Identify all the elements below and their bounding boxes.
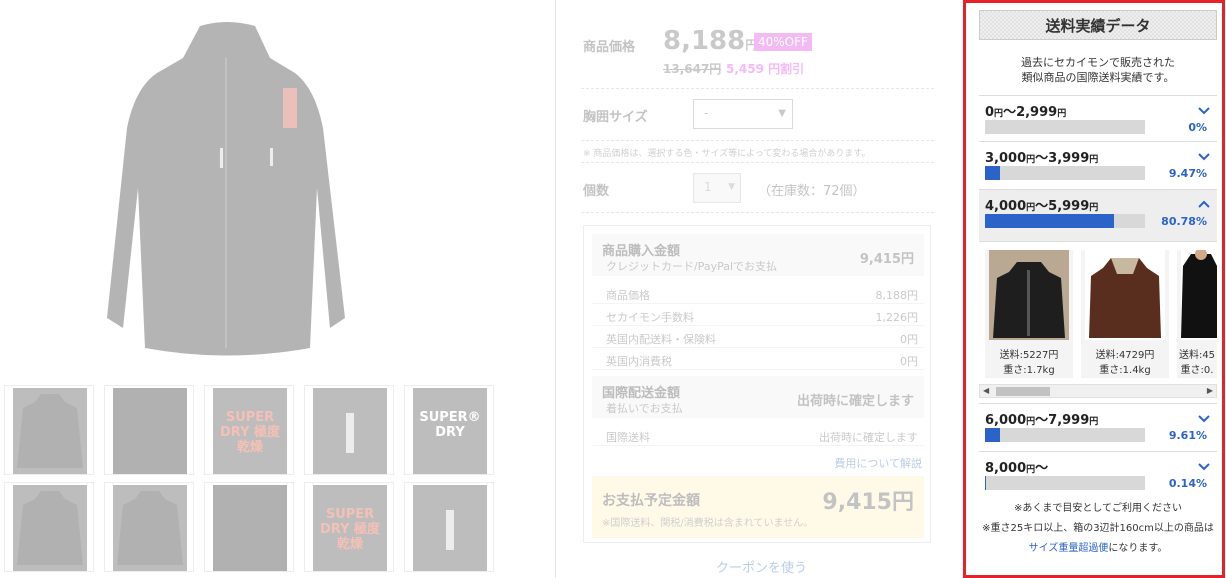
shipping-tier-3[interactable]: 6,000円～7,999円 9.61%	[979, 403, 1217, 449]
example-item-card[interactable]: 送料:4729円 重さ:1.4kg	[1081, 250, 1169, 378]
discount-badge: 40%OFF	[754, 33, 812, 51]
oversize-note: ※重さ25キロ以上、箱の3辺計160cm以上の商品はサイズ重量超過便になります。	[982, 523, 1214, 554]
size-label: 胸囲サイズ	[583, 110, 648, 125]
total-amount: お支払予定金額 9,415円 ※国際送料、関税/消費税は含まれていません。	[592, 476, 924, 538]
chevron-down-icon[interactable]	[1197, 103, 1211, 117]
example-item-card[interactable]: 送料:5227円 重さ:1.7kg	[985, 250, 1073, 378]
breakdown-row: 英国内消費税 0円	[592, 348, 924, 370]
thumbnail[interactable]	[204, 482, 294, 572]
coupon-link[interactable]: クーポンを使う	[716, 557, 807, 576]
gallery-scrollbar[interactable]: ◀ ▶	[979, 384, 1217, 398]
estimate-note: ※あくまで目安としてご利用ください	[1013, 503, 1183, 514]
international-shipping-header: 国際配送金額 着払いでお支払 出荷時に確定します	[592, 376, 924, 418]
thumbnail[interactable]	[104, 482, 194, 572]
thumbnail[interactable]	[104, 385, 194, 475]
cost-explanation-link[interactable]: 費用について解説	[834, 455, 922, 471]
share-percent: 0%	[1188, 121, 1207, 134]
breakdown-row: 英国内配送料・保険料 0円	[592, 326, 924, 348]
chevron-down-icon[interactable]	[1197, 411, 1211, 425]
example-item-image	[1085, 250, 1165, 340]
quantity-select[interactable]: 1 ▼	[693, 173, 741, 203]
quantity-label: 個数	[583, 184, 610, 199]
size-select[interactable]: - ▼	[693, 99, 793, 129]
discount-amount: 5,459 円割引	[726, 62, 805, 76]
share-percent: 9.61%	[1168, 429, 1207, 442]
example-items-gallery: 送料:5227円 重さ:1.7kg 送料:4729円 重さ:1.4kg 送料:4…	[979, 241, 1217, 401]
shipping-tier-1[interactable]: 3,000円～3,999円 9.47%	[979, 141, 1217, 187]
share-bar	[985, 476, 1145, 490]
dropdown-arrow-icon: ▼	[728, 182, 735, 192]
thumbnail[interactable]	[404, 482, 494, 572]
purchase-breakdown: 商品購入金額 クレジットカード/PayPalでお支払 9,415円 商品価格 8,…	[583, 225, 931, 543]
example-item-image	[1181, 250, 1217, 340]
chevron-down-icon[interactable]	[1197, 149, 1211, 163]
shipping-tier-0[interactable]: 0円～2,999円 0%	[979, 95, 1217, 139]
thumbnail[interactable]: SUPER DRY 極度乾燥	[304, 482, 394, 572]
shipping-record-panel: 送料実績データ 過去にセカイモンで販売された 類似商品の国際送料実績です。 0円…	[963, 0, 1225, 578]
example-item-card[interactable]: 送料:45 重さ:0.	[1177, 250, 1217, 378]
breakdown-row: 商品価格 8,188円	[592, 282, 924, 304]
original-price: 13,647円	[663, 62, 722, 76]
scrollbar-thumb[interactable]	[996, 387, 1050, 396]
thumbnail[interactable]: SUPER® DRY	[404, 385, 494, 475]
breakdown-row: 国際送料 出荷時に確定します	[592, 424, 924, 446]
panel-title: 送料実績データ	[979, 10, 1217, 40]
price-note: ※ 商品価格は、選択する色・サイズ等によって変わる場合があります。	[583, 149, 871, 159]
share-bar	[985, 214, 1145, 228]
purchase-column: 商品価格 8,188円 40%OFF 13,647円 5,459 円割引 胸囲サ…	[568, 0, 940, 578]
chevron-down-icon[interactable]	[1197, 459, 1211, 473]
shipping-tier-2[interactable]: 4,000円～5,999円 80.78%	[979, 189, 1217, 241]
column-divider	[555, 0, 556, 578]
thumbnail[interactable]	[4, 385, 94, 475]
purchase-amount-header: 商品購入金額 クレジットカード/PayPalでお支払 9,415円	[592, 234, 924, 276]
price: 8,188円	[663, 26, 758, 56]
chevron-up-icon[interactable]	[1197, 197, 1211, 211]
example-item-image	[989, 250, 1069, 340]
thumbnail[interactable]: SUPER DRY 極度乾燥	[204, 385, 294, 475]
thumbnail[interactable]	[4, 482, 94, 572]
stock-count: （在庫数：72個）	[758, 184, 866, 199]
price-label: 商品価格	[583, 40, 636, 55]
share-bar	[985, 428, 1145, 442]
share-percent: 80.78%	[1161, 215, 1207, 228]
breakdown-row: セカイモン手数料 1,226円	[592, 304, 924, 326]
dropdown-arrow-icon: ▼	[778, 108, 786, 119]
oversize-shipping-link[interactable]: サイズ重量超過便	[1029, 543, 1109, 554]
shipping-tier-4[interactable]: 8,000円～ 0.14%	[979, 451, 1217, 495]
scroll-left-icon[interactable]: ◀	[983, 386, 989, 395]
scroll-right-icon[interactable]: ▶	[1207, 386, 1213, 395]
share-bar	[985, 166, 1145, 180]
share-percent: 9.47%	[1168, 167, 1207, 180]
thumbnail[interactable]	[304, 385, 394, 475]
panel-intro: 過去にセカイモンで販売された 類似商品の国際送料実績です。	[1021, 56, 1175, 84]
share-bar	[985, 120, 1145, 134]
share-percent: 0.14%	[1168, 477, 1207, 490]
main-product-image[interactable]	[95, 18, 357, 363]
